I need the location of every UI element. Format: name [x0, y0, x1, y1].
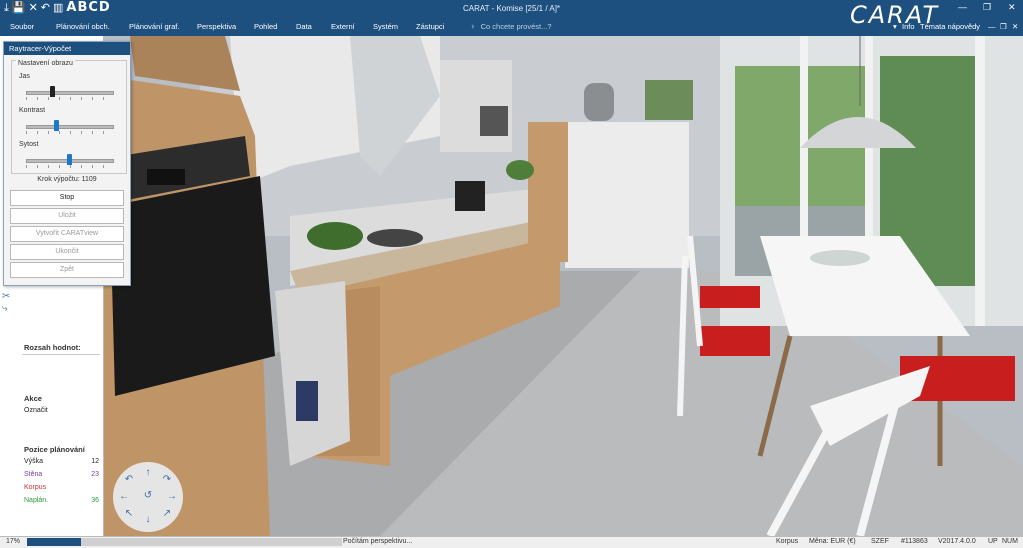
navigation-wheel[interactable]: ↶ ↑ ↷ ← ↺ → ↖ ↓ ↗	[113, 462, 183, 532]
info-icon: ▾	[893, 22, 897, 31]
contrast-ticks	[26, 131, 114, 134]
search-box[interactable]: ♀ Co chcete provést...?	[470, 22, 552, 31]
status-version: V2017.4.0.0	[938, 538, 976, 545]
progress-bar	[27, 538, 342, 546]
finish-button[interactable]: Ukončit	[10, 244, 124, 260]
contrast-slider[interactable]	[26, 125, 114, 129]
status-up: UP	[988, 538, 998, 545]
close-icon[interactable]: ✕	[1008, 2, 1016, 13]
row-label: Korpus	[24, 484, 47, 491]
action-select[interactable]: Označit	[24, 407, 99, 414]
menu-bar: Soubor Plánování obch. Plánování graf. P…	[0, 19, 1023, 35]
dialog-title: Raytracer-Výpočet	[4, 42, 130, 55]
menu-soubor[interactable]: Soubor	[10, 22, 34, 31]
rotate-left-icon[interactable]: ↶	[123, 474, 135, 485]
title-bar: ⤓ 💾 ✕ ↶ ▥ ABCD CARAT - Komise [25/1 / A]…	[0, 0, 1023, 36]
row-stena: Stěna 23	[24, 471, 99, 478]
actions-title: Akce	[24, 394, 42, 403]
cut-tool-icon[interactable]: ✂	[2, 291, 20, 303]
move-right-icon[interactable]: →	[166, 491, 178, 502]
doc-close-icon[interactable]: ✕	[1012, 22, 1018, 31]
brightness-ticks	[26, 97, 114, 100]
kitchen-render	[0, 36, 1023, 536]
doc-restore-icon[interactable]: ❐	[1000, 22, 1007, 31]
move-down-icon[interactable]: ↓	[142, 514, 154, 525]
row-value: 23	[91, 471, 99, 478]
back-button[interactable]: Zpět	[10, 262, 124, 278]
brightness-thumb[interactable]	[49, 86, 55, 97]
row-korpus: Korpus	[24, 484, 99, 491]
brightness-label: Jas	[19, 73, 30, 80]
row-value: 12	[91, 458, 99, 465]
menu-data[interactable]: Data	[296, 22, 312, 31]
status-currency: Měna: EUR (€)	[809, 538, 856, 545]
status-num: NUM	[1002, 538, 1018, 545]
link-tool-icon[interactable]: ⤷	[2, 303, 20, 315]
menu-zastupci[interactable]: Zástupci	[416, 22, 444, 31]
menu-pohled[interactable]: Pohled	[254, 22, 277, 31]
status-bar: 17% Počítám perspektivu... Korpus Měna: …	[0, 536, 1023, 548]
row-value: 36	[91, 497, 99, 504]
status-korpus: Korpus	[776, 538, 799, 545]
saturation-thumb[interactable]	[67, 154, 72, 165]
menu-system[interactable]: Systém	[373, 22, 398, 31]
image-settings-group: Nastavení obrazu Jas Kontrast Sytost	[11, 60, 127, 174]
raytracer-dialog: Raytracer-Výpočet Nastavení obrazu Jas K…	[3, 41, 131, 286]
progress-fill	[27, 538, 81, 546]
rotate-right-icon[interactable]: ↷	[161, 474, 173, 485]
group-title: Nastavení obrazu	[16, 60, 75, 67]
stop-button[interactable]: Stop	[10, 190, 124, 206]
status-message: Počítám perspektivu...	[343, 538, 413, 545]
minimize-icon[interactable]: —	[958, 2, 967, 12]
calculation-steps: Krok výpočtu: 1109	[37, 176, 97, 183]
row-naplan: Naplán. 36	[24, 497, 99, 504]
menu-help[interactable]: Témata nápovědy	[920, 22, 980, 31]
range-title: Rozsah hodnot:	[24, 343, 81, 352]
contrast-label: Kontrast	[19, 107, 46, 114]
menu-planovani-graf[interactable]: Plánování graf.	[129, 22, 179, 31]
action-label: Označit	[24, 407, 48, 414]
menu-perspektiva[interactable]: Perspektiva	[197, 22, 236, 31]
move-up-icon[interactable]: ↑	[142, 467, 154, 478]
tilt-right-icon[interactable]: ↗	[161, 508, 173, 519]
status-order: #113863	[901, 538, 928, 545]
raytraced-3d-view[interactable]	[0, 36, 1023, 536]
row-label: Naplán.	[24, 497, 49, 504]
saturation-label: Sytost	[19, 141, 39, 148]
menu-externi[interactable]: Externí	[331, 22, 355, 31]
menu-info[interactable]: Info	[902, 22, 915, 31]
zoom-level: 17%	[6, 538, 21, 545]
search-placeholder: Co chcete provést...?	[480, 22, 552, 31]
maximize-icon[interactable]: ❐	[983, 2, 991, 13]
divider	[22, 354, 100, 355]
contrast-thumb[interactable]	[54, 120, 60, 131]
reset-view-icon[interactable]: ↺	[142, 490, 154, 501]
row-label: Výška	[24, 458, 44, 465]
tool-strip: ✂ ⤷	[2, 291, 20, 315]
row-label: Stěna	[24, 471, 43, 478]
brightness-slider[interactable]	[26, 91, 114, 95]
position-title: Pozice plánování	[24, 445, 85, 454]
saturation-ticks	[26, 165, 114, 168]
save-button[interactable]: Uložit	[10, 208, 124, 224]
lightbulb-icon: ♀	[470, 22, 476, 31]
row-vyska: Výška 12	[24, 458, 99, 465]
create-caratview-button[interactable]: Vytvořit CARATview	[10, 226, 124, 242]
move-left-icon[interactable]: ←	[118, 491, 130, 502]
status-user: SZEF	[871, 538, 889, 545]
tilt-left-icon[interactable]: ↖	[123, 508, 135, 519]
menu-planovani-obch[interactable]: Plánování obch.	[56, 22, 110, 31]
doc-minimize-icon[interactable]: —	[988, 22, 996, 31]
